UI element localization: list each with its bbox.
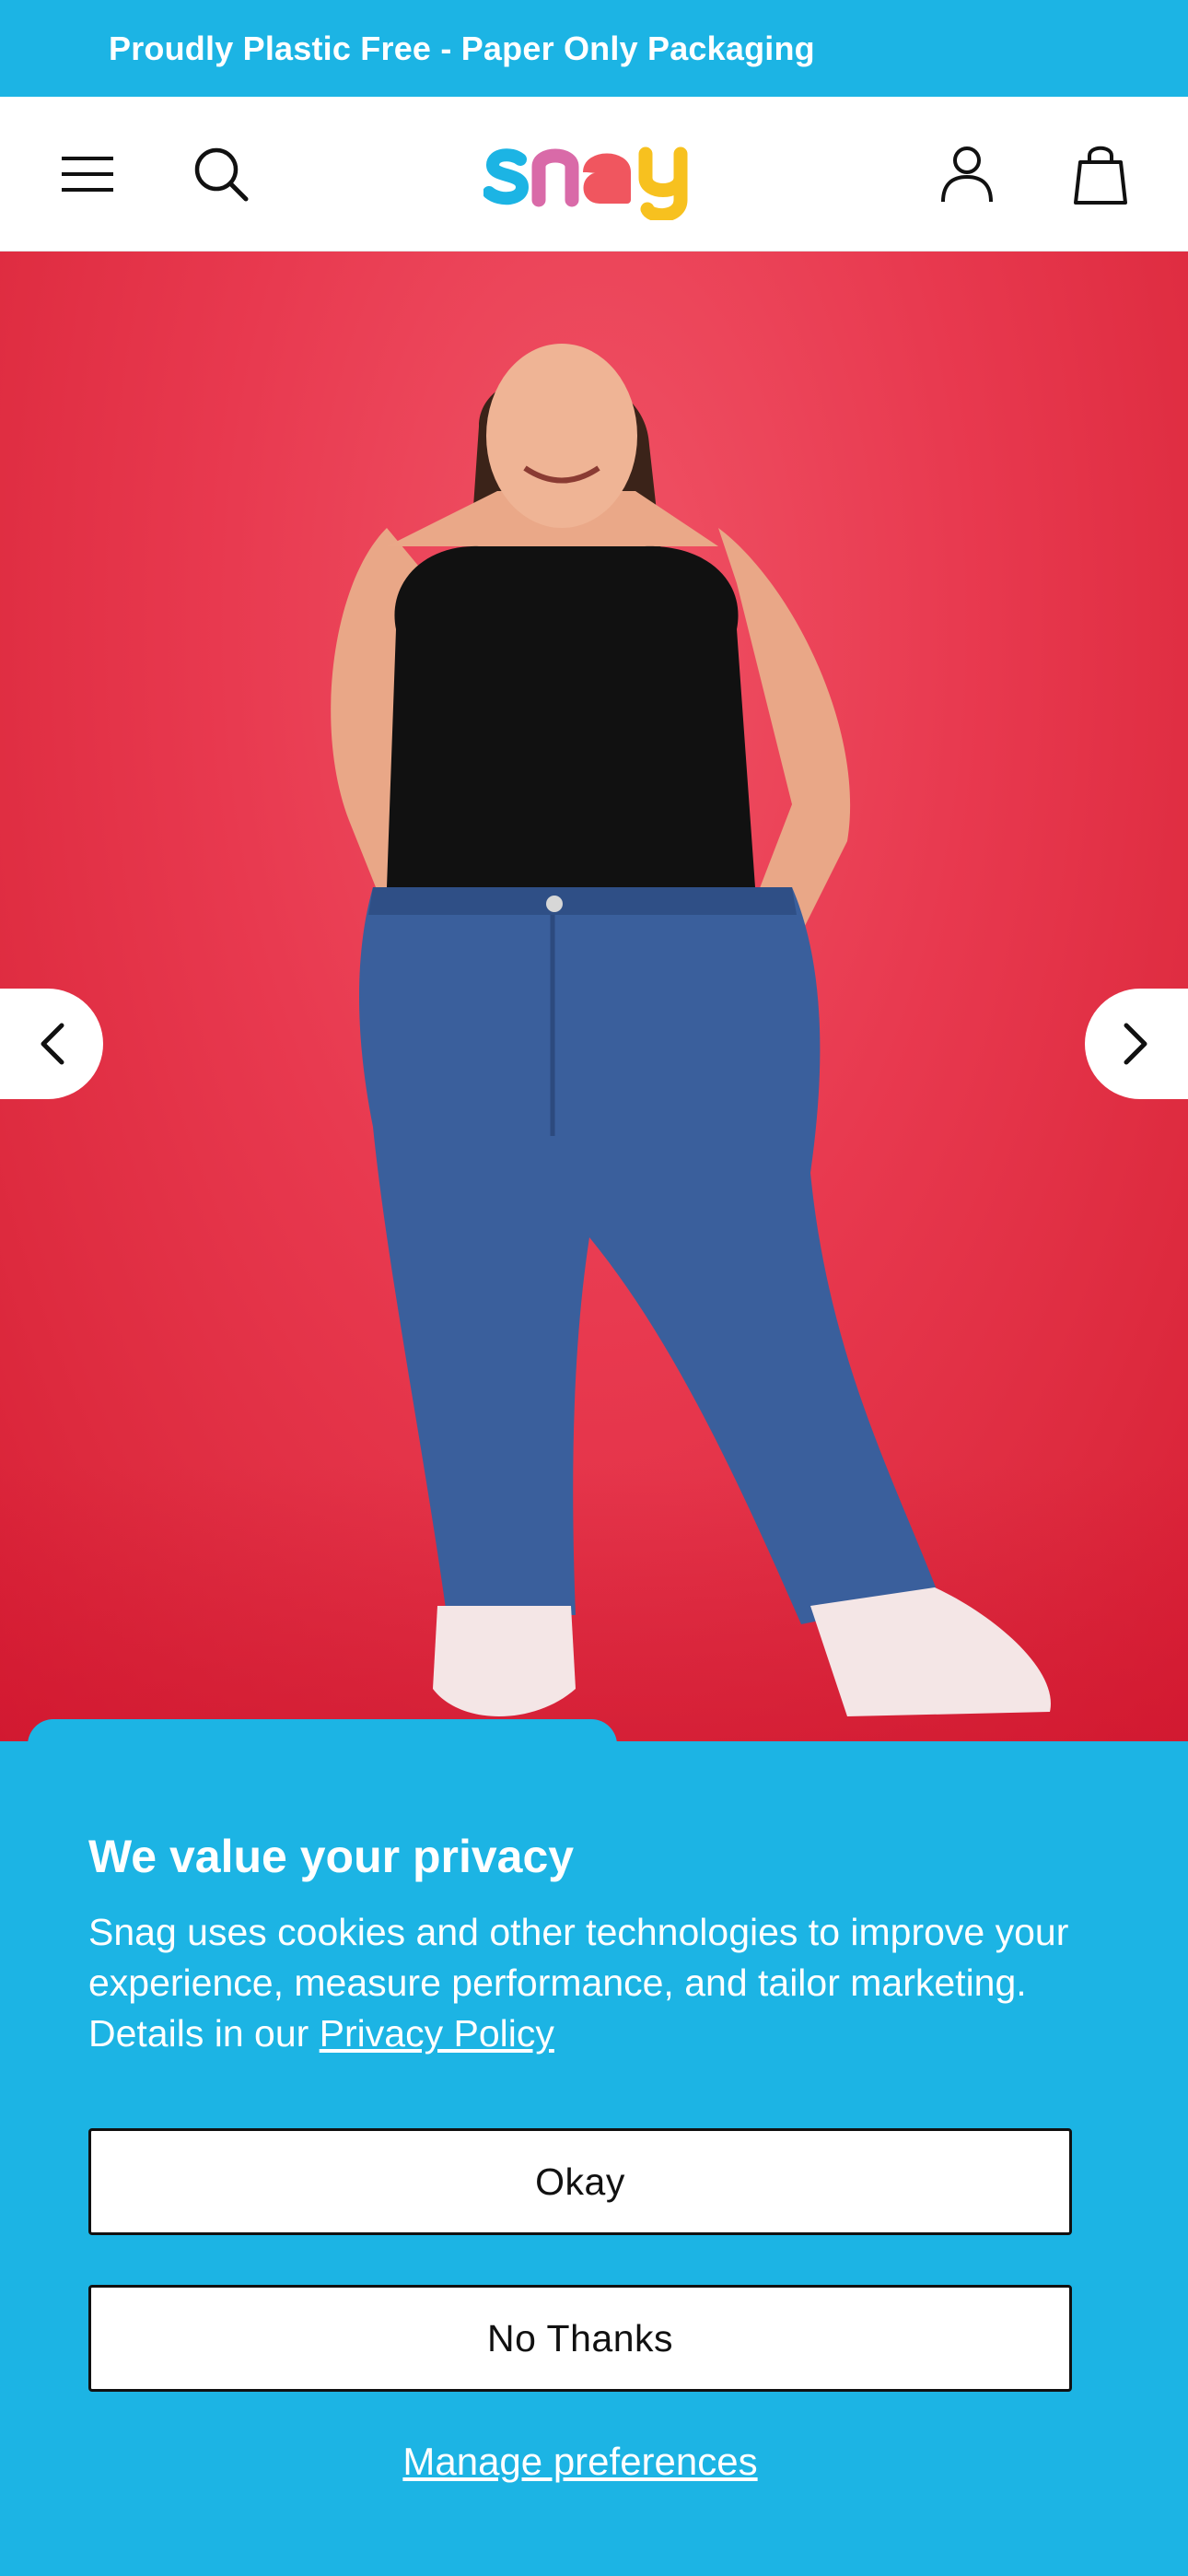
announcement-bar: Proudly Plastic Free - Paper Only Packag… [0, 0, 1188, 97]
cookie-body-text: Snag uses cookies and other technologies… [88, 1911, 1069, 2055]
cookie-description: Snag uses cookies and other technologies… [88, 1907, 1111, 2059]
model-photo [331, 344, 1051, 1716]
chevron-right-icon [1124, 1023, 1147, 1065]
account-icon[interactable] [926, 133, 1008, 216]
search-icon[interactable] [180, 133, 262, 216]
menu-icon[interactable] [46, 133, 129, 216]
privacy-policy-link[interactable]: Privacy Policy [320, 2012, 554, 2055]
no-thanks-button[interactable]: No Thanks [88, 2285, 1072, 2392]
announcement-text: Proudly Plastic Free - Paper Only Packag… [109, 29, 815, 67]
chevron-left-icon [41, 1023, 64, 1065]
cookie-title: We value your privacy [88, 1831, 575, 1882]
bag-icon[interactable] [1059, 133, 1142, 216]
manage-preferences-link[interactable]: Manage preferences [0, 2440, 1160, 2484]
cookie-consent-panel: We value your privacy Snag uses cookies … [0, 1741, 1188, 2576]
site-header [0, 97, 1188, 252]
hero-carousel [0, 252, 1188, 1741]
okay-button[interactable]: Okay [88, 2128, 1072, 2235]
snag-logo[interactable] [483, 135, 705, 220]
carousel-next-button[interactable] [1085, 989, 1188, 1099]
